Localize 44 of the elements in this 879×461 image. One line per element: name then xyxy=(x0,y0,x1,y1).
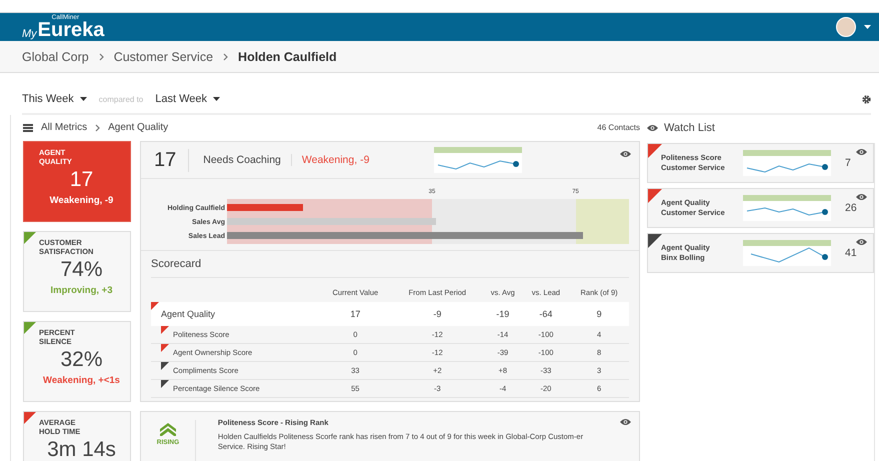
compared-to-label: compared to xyxy=(98,94,144,104)
settings-icon[interactable] xyxy=(862,94,871,104)
avatar[interactable] xyxy=(836,17,856,37)
chevron-icon xyxy=(223,52,228,60)
score-value: 17 xyxy=(154,148,190,172)
compare-dropdown[interactable]: Last Week xyxy=(155,93,220,105)
eye-icon[interactable] xyxy=(620,150,631,158)
metric-name-cell: Agent Quality xyxy=(151,302,319,326)
table-cell: -9 xyxy=(392,302,483,326)
table-cell: 17 xyxy=(318,302,392,326)
metric-path-link[interactable]: Agent Quality xyxy=(108,122,168,133)
logo-text[interactable]: Eureka xyxy=(38,20,538,40)
watch-item-value: 7 xyxy=(845,157,851,169)
breadcrumb-link[interactable]: Global Corp xyxy=(22,50,89,64)
trend-text: Weakening, +<1s xyxy=(42,375,121,386)
period-dropdown[interactable]: This Week xyxy=(22,93,87,105)
list-icon xyxy=(23,124,33,132)
metric-value: 32% xyxy=(59,348,104,372)
chevron-icon xyxy=(95,124,100,132)
table-cell: -19 xyxy=(482,302,523,326)
contacts-count: 46 Contacts xyxy=(597,123,640,132)
table-cell: -64 xyxy=(522,302,570,326)
metric-value: 3m 14s xyxy=(46,438,117,461)
watch-item-value: 41 xyxy=(845,247,857,259)
logo-prefix: My xyxy=(22,28,37,40)
eye-icon[interactable] xyxy=(647,124,658,132)
metric-value: 74% xyxy=(59,258,104,282)
watch-list-title: Watch List xyxy=(664,122,715,134)
watch-item-value: 26 xyxy=(845,202,857,214)
metric-path-link[interactable]: All Metrics xyxy=(41,122,88,133)
trend-text: Weakening, -9 xyxy=(48,195,114,206)
trend-text: Weakening, -9 xyxy=(300,154,370,166)
trend-text: Improving, +3 xyxy=(49,285,114,296)
eye-icon[interactable] xyxy=(620,418,631,426)
scorecard-title: Scorecard xyxy=(151,258,629,278)
table-cell: 9 xyxy=(569,302,629,326)
metric-value: 17 xyxy=(68,168,94,192)
status-label: Needs Coaching xyxy=(189,154,292,166)
caret-icon xyxy=(80,97,87,101)
breadcrumb-link[interactable]: Customer Service xyxy=(114,50,214,64)
double-chevron-icon xyxy=(160,422,176,436)
caret-icon xyxy=(213,97,220,101)
caret-icon xyxy=(864,25,871,29)
chevron-icon xyxy=(98,52,104,60)
